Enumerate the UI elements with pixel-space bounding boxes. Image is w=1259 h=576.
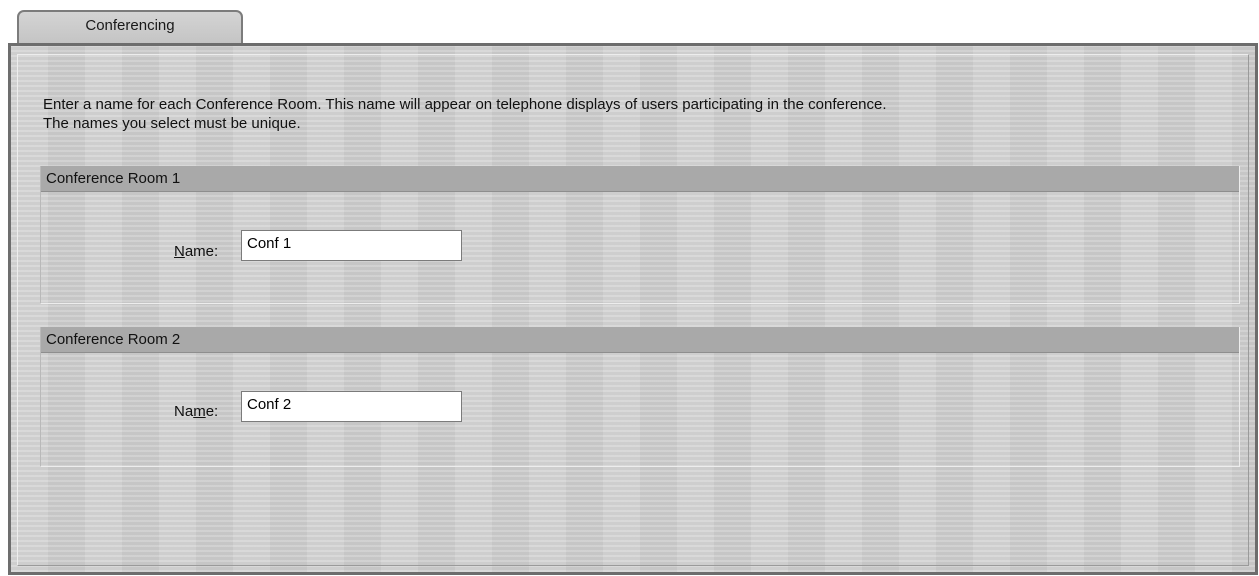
instructions-line-2: The names you select must be unique.	[43, 115, 301, 132]
conference-room-1-group: Conference Room 1 Name:	[40, 166, 1240, 304]
conference-room-2-group: Conference Room 2 Name:	[40, 327, 1240, 467]
instructions-line-1: Enter a name for each Conference Room. T…	[43, 96, 887, 113]
tab-conferencing-label: Conferencing	[85, 17, 175, 34]
tab-conferencing[interactable]: Conferencing	[17, 10, 243, 44]
conference-room-1-header: Conference Room 1	[41, 166, 1239, 192]
conference-room-1-name-input[interactable]	[241, 230, 462, 261]
conferencing-settings-window: Conferencing Enter a name for each Confe…	[0, 0, 1259, 576]
instructions-text: Enter a name for each Conference Room. T…	[43, 95, 1223, 133]
conference-room-1-name-label: Name:	[174, 243, 219, 260]
conference-room-2-name-input[interactable]	[241, 391, 462, 422]
conference-room-2-name-label: Name:	[174, 403, 219, 420]
conference-room-2-header: Conference Room 2	[41, 327, 1239, 353]
